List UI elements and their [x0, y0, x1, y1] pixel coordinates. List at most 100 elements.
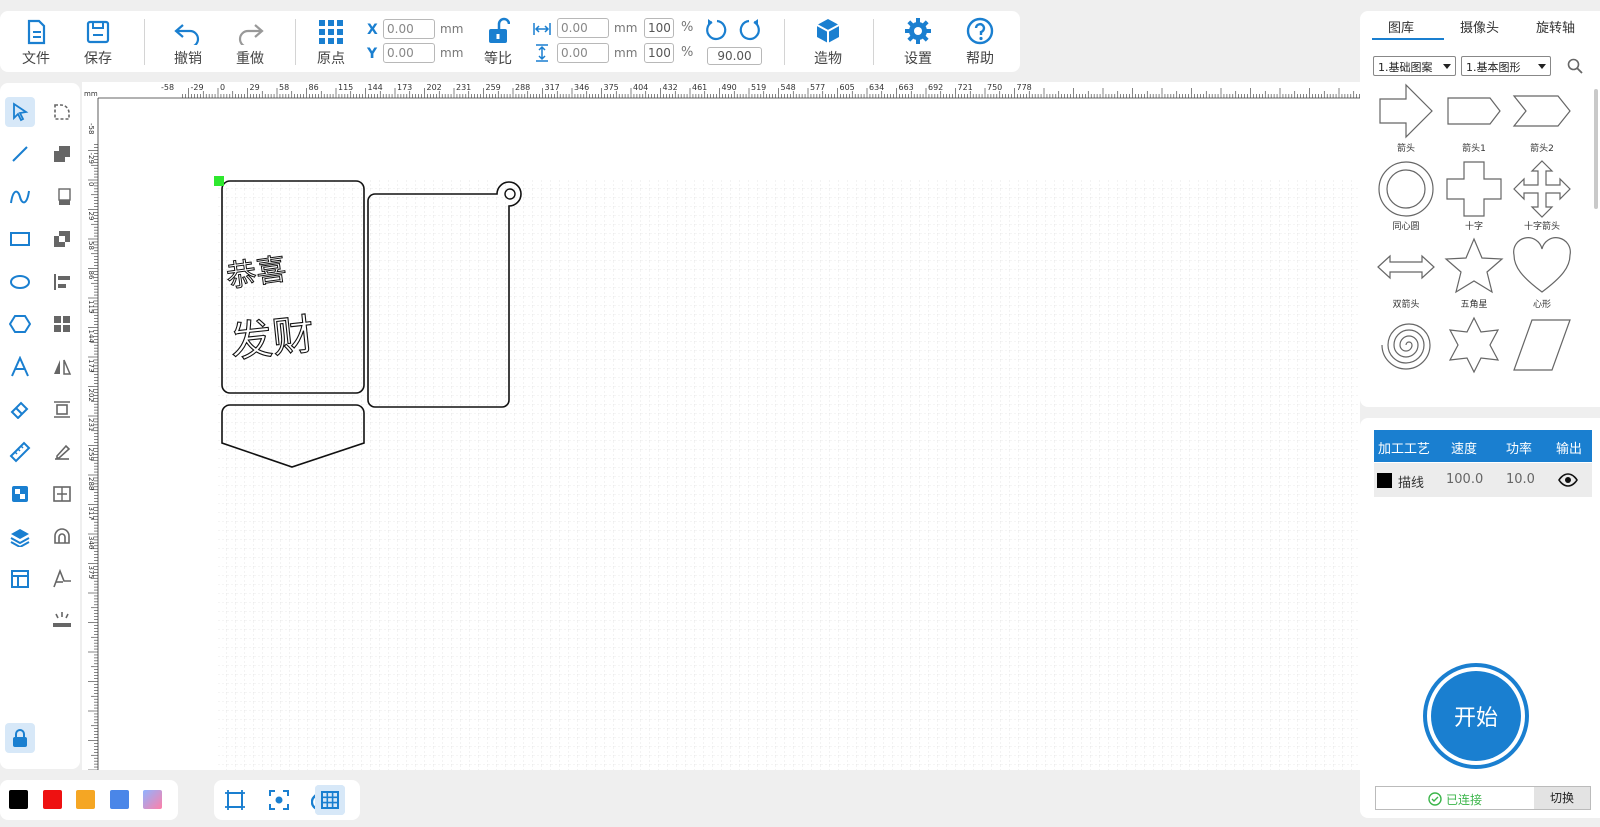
rotate-cw-button[interactable] [735, 15, 763, 43]
edit-path-tool[interactable] [47, 437, 77, 467]
shape-label: 十字箭头 [1523, 222, 1560, 232]
offset-tool[interactable] [47, 522, 77, 552]
undo-button[interactable]: 撤销 [163, 11, 213, 72]
file-button[interactable]: 文件 [11, 11, 61, 72]
measure-tool[interactable] [5, 437, 35, 467]
shape-concentric-circle[interactable]: 同心圆 [1371, 159, 1441, 235]
fit-view-button[interactable] [220, 785, 250, 815]
split-tool[interactable] [47, 479, 77, 509]
switch-button[interactable]: 切换 [1534, 787, 1590, 809]
shape-arrow2[interactable]: 箭头2 [1507, 81, 1577, 157]
scan-icon [269, 790, 289, 810]
shape-arrow1[interactable]: 箭头1 [1439, 81, 1509, 157]
start-button[interactable]: 开始 [1423, 663, 1529, 769]
selection-handle[interactable] [214, 176, 224, 186]
arrow1-icon [1447, 97, 1501, 125]
color-swatch-gradient[interactable] [143, 790, 162, 809]
canvas-lock-button[interactable] [5, 723, 35, 753]
tab-camera[interactable]: 摄像头 [1460, 17, 1499, 36]
shape-arrow[interactable]: 箭头 [1371, 81, 1441, 157]
shape-spiral[interactable] [1371, 315, 1441, 391]
image-icon [12, 486, 28, 502]
align-tool[interactable] [47, 267, 77, 297]
tag-bottom-shape[interactable] [221, 404, 365, 468]
origin-button[interactable]: 原点 [306, 11, 356, 72]
cross-icon [1446, 161, 1502, 217]
curve-tool[interactable] [5, 182, 35, 212]
y-position-input[interactable] [383, 43, 435, 63]
array-tool[interactable] [47, 309, 77, 339]
design-canvas[interactable]: -58 -29 0 29 58 86 115 144 173 202 231 259 288 317 346… [82, 82, 1360, 770]
table-row[interactable]: 描线 100.0 10.0 [1374, 463, 1592, 497]
intersect-tool[interactable] [47, 224, 77, 254]
search-icon[interactable] [1567, 58, 1583, 78]
laser-tool[interactable] [47, 605, 77, 635]
redo-button[interactable]: 重做 [225, 11, 275, 72]
tab-rotary[interactable]: 旋转轴 [1536, 17, 1575, 36]
settings-button[interactable]: 设置 [893, 11, 943, 72]
height-input[interactable] [557, 43, 609, 63]
bitmap-tool[interactable] [5, 479, 35, 509]
layer-color-swatch[interactable] [1377, 473, 1392, 488]
process-power[interactable]: 10.0 [1506, 472, 1535, 487]
shape-six-star[interactable] [1439, 315, 1509, 391]
distribute-tool[interactable] [47, 394, 77, 424]
color-swatch-black[interactable] [9, 790, 28, 809]
rotate-ccw-button[interactable] [703, 15, 731, 43]
shape-cross[interactable]: 十字 [1439, 159, 1509, 235]
tag-shape-right[interactable] [367, 181, 522, 408]
shape-parallelogram[interactable] [1507, 315, 1577, 391]
focus-view-button[interactable] [264, 785, 294, 815]
layers-tool[interactable] [5, 522, 35, 552]
process-mode[interactable]: 描线 [1398, 472, 1424, 491]
height-pct-sign: % [681, 45, 694, 60]
subtract-tool[interactable] [47, 182, 77, 212]
node-edit-tool[interactable] [47, 97, 77, 127]
heart-icon [1513, 237, 1571, 293]
rectangle-tool[interactable] [5, 224, 35, 254]
line-tool[interactable] [5, 139, 35, 169]
rotation-angle-input[interactable] [707, 47, 762, 65]
origin-label: 原点 [317, 51, 345, 67]
eraser-tool[interactable] [5, 394, 35, 424]
shape-heart[interactable]: 心形 [1507, 237, 1577, 313]
start-label: 开始 [1431, 671, 1521, 761]
shape-double-arrow[interactable]: 双箭头 [1371, 237, 1441, 313]
text-line-2[interactable]: 发财 [227, 309, 317, 368]
color-swatch-blue[interactable] [110, 790, 129, 809]
save-icon [85, 11, 111, 45]
gallery-scrollbar[interactable] [1594, 89, 1598, 209]
eye-icon[interactable] [1558, 472, 1578, 492]
help-button[interactable]: 帮助 [955, 11, 1005, 72]
template-tool[interactable] [5, 564, 35, 594]
color-swatch-orange[interactable] [76, 790, 95, 809]
frame-icon [225, 790, 245, 810]
ellipse-tool[interactable] [5, 267, 35, 297]
process-speed[interactable]: 100.0 [1446, 472, 1483, 487]
polygon-tool[interactable] [5, 309, 35, 339]
select-tool[interactable] [5, 97, 35, 127]
width-percent-input[interactable] [644, 18, 674, 38]
grid-toggle[interactable] [315, 785, 345, 815]
subcategory-select[interactable]: 1.基本图形 [1461, 56, 1551, 76]
color-swatch-red[interactable] [43, 790, 62, 809]
proportional-lock-button[interactable]: 等比 [473, 11, 523, 72]
text-line-1[interactable]: 恭喜 [224, 251, 289, 295]
tab-gallery[interactable]: 图库 [1388, 17, 1414, 36]
gallery-panel: 图库 摄像头 旋转轴 1.基础图案 1.基本图形 箭头 箭头1 箭头2 同心圆 … [1360, 11, 1600, 407]
split-icon [53, 486, 71, 502]
category-select[interactable]: 1.基础图案 [1373, 56, 1456, 76]
width-input[interactable] [557, 18, 609, 38]
mirror-tool[interactable] [47, 352, 77, 382]
combine-tool[interactable] [47, 139, 77, 169]
x-position-input[interactable] [383, 19, 435, 39]
build-button[interactable]: 造物 [803, 11, 853, 72]
shape-label: 箭头 [1396, 144, 1415, 154]
unlock-icon [486, 11, 510, 45]
save-button[interactable]: 保存 [73, 11, 123, 72]
shape-star[interactable]: 五角星 [1439, 237, 1509, 313]
height-percent-input[interactable] [644, 43, 674, 63]
pen-tool[interactable] [47, 564, 77, 594]
shape-cross-arrow[interactable]: 十字箭头 [1507, 159, 1577, 235]
text-tool[interactable] [5, 352, 35, 382]
